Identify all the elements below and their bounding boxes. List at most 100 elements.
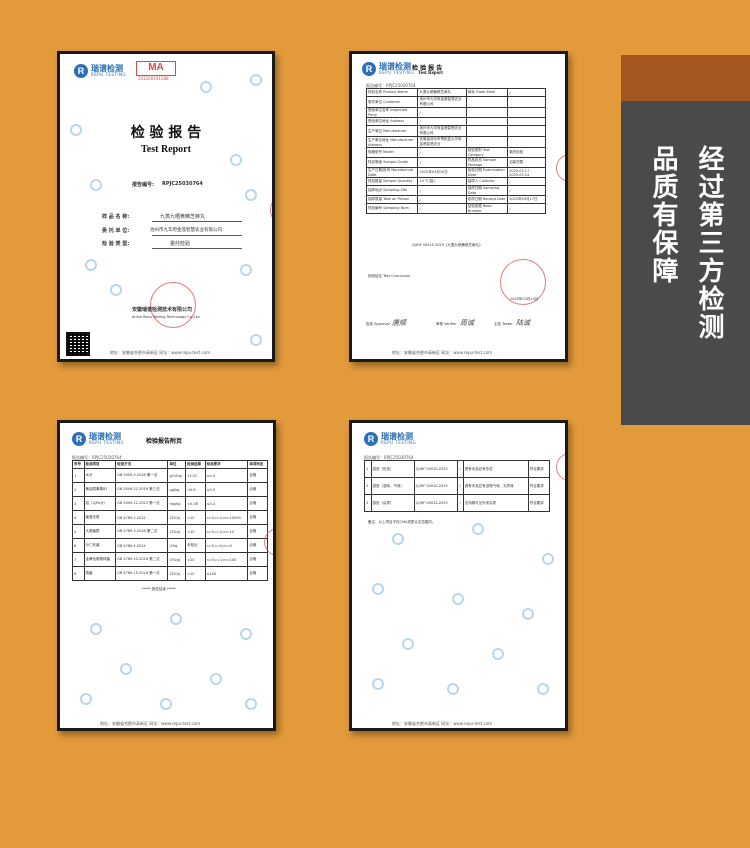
conclusion-date: 2025年03月24日 xyxy=(510,297,539,301)
table-cell: 合格 xyxy=(247,496,268,511)
table-cell: Q/JHF 0001S-2025 xyxy=(413,460,459,478)
table-row: 6 沙门氏菌 GB 4789.4-2024/25g 未检出 n=5,c=0,m=0 合格 xyxy=(72,538,268,553)
watermark-icon xyxy=(402,638,414,650)
table-cell: / xyxy=(417,117,467,126)
table-cell: 7 xyxy=(72,552,85,567)
watermark-icon xyxy=(245,189,257,201)
table-row: 样品数量 Sample Quantity 14 个(袋) 抽样人 Collector… xyxy=(365,177,546,186)
table-cell: <10 xyxy=(185,566,206,581)
logo-r-icon: R xyxy=(364,432,378,446)
field-label-type: 检 验 类 型: xyxy=(102,241,130,247)
table-cell xyxy=(465,117,509,126)
table-cell: 具有本品应有形态 xyxy=(462,460,529,478)
table-cell: 2 xyxy=(72,482,85,497)
table-cell: 铅（以Pb计） xyxy=(83,496,117,511)
table-cell: <10 xyxy=(185,510,206,525)
qr-code xyxy=(66,332,90,356)
table-cell: 合格 xyxy=(247,482,268,497)
table-row: 样品等级 Sample Grade / 样品状态 Sample Package 包装完… xyxy=(365,157,546,168)
table-cell xyxy=(465,136,509,148)
table-cell: GB 4789.3-2016 第二法 xyxy=(115,524,169,539)
logo-en: REPU TESTING xyxy=(381,440,417,445)
table-cell: 无肉眼可见外来杂质 xyxy=(462,494,529,512)
cma-number: 201200191588 xyxy=(138,76,169,81)
table-cell: 检验类别 Test Category xyxy=(465,147,509,158)
table-cell: / xyxy=(417,107,467,118)
table-cell xyxy=(507,96,546,108)
logo-r-icon: R xyxy=(74,64,88,78)
report-sensory-document: R 瑞谱检测 REPU TESTING 报告编号：RPJC25030764 1感… xyxy=(349,420,568,731)
table-cell: / xyxy=(417,203,467,214)
table-cell: 5 xyxy=(72,524,85,539)
table-cell: 委托检验 xyxy=(507,147,546,158)
table-cell: GB 4789.10-2016 第二法 xyxy=(115,552,169,567)
watermark-icon xyxy=(120,663,132,675)
banner-line-2: 品质有保障 xyxy=(648,145,678,285)
table-cell xyxy=(465,96,509,108)
table-cell: g/100g xyxy=(167,468,187,483)
footer-address: 地址：安徽省合肥市高新区 网址：www.repu-test.com xyxy=(110,350,211,355)
table-cell: 霉菌 xyxy=(83,566,117,581)
table-cell: 受检单位地址 Address xyxy=(365,117,419,126)
table-cell: 生产单位地址 Manufacturer Address xyxy=(365,136,419,148)
table-cell: GB 4789.15-2016 第一法 xyxy=(115,566,169,581)
watermark-icon xyxy=(85,259,97,271)
table-cell: 样品状态 Sample Package xyxy=(465,157,509,168)
cma-mark: MA xyxy=(136,61,176,76)
field-value-sample: 九蒸九晒黄精芝麻丸 xyxy=(160,214,206,220)
company-seal xyxy=(150,282,196,328)
table-row: 3 铅（以Pb计） GB 5009.12-2023 第一法 mg/kg <0.08 ≤0.… xyxy=(72,496,268,511)
table-header-cell: 序号 xyxy=(72,460,85,469)
company-logo: R 瑞谱检测 REPU TESTING xyxy=(364,432,416,446)
table-cell: μg/kg xyxy=(167,482,187,497)
report-no: RPJC25030764 xyxy=(162,181,203,187)
table-cell: 2025年03月10日 xyxy=(417,167,467,178)
table-cell: 2025.03.17-2025.03.24 xyxy=(507,167,546,178)
remark: 备注：以上项目不在CMA资质认定范围内。 xyxy=(368,520,436,524)
table-cell xyxy=(465,107,509,118)
table-row: 1 水分 GB 5009.3-2016 第一法 g/100g 13.01 ≤4.0 合格 xyxy=(72,468,268,483)
watermark-icon xyxy=(210,673,222,685)
table-cell: 受检单位名称 Inspected Party xyxy=(365,107,419,118)
table-cell: 具有本品应有滋味气味，无异味 xyxy=(462,477,529,495)
watermark-icon xyxy=(250,74,262,86)
table-row: 生产单位 Manufacturer 池州市九华府金莲智慧农业有限公司 xyxy=(365,125,546,137)
divider xyxy=(152,248,242,249)
table-cell: 抽样数量 Take on Person xyxy=(365,195,419,204)
watermark-icon xyxy=(522,608,534,620)
report-no-label: 报告编号: xyxy=(132,182,154,188)
table-cell: 九蒸九晒黄精芝麻丸 xyxy=(417,88,467,97)
results-table: 序号 检测项目 检测方法 单位 检测结果 标准要求 单项判定 1 水分 GB 5009.3-20… xyxy=(72,460,268,581)
table-header-cell: 单项判定 xyxy=(247,460,268,469)
table-cell: 大肠菌群 xyxy=(83,524,117,539)
table-cell: 合格 xyxy=(247,468,268,483)
table-row: 生产单位地址 Manufacturer Address 安徽省池州市青阳县九华府金… xyxy=(365,136,546,148)
table-row: 委托单位 Customer 池州市九华府金莲智慧农业有限公司 xyxy=(365,96,546,108)
table-cell: 样品编号 Sampling Num xyxy=(365,203,419,214)
table-cell: ≤150 xyxy=(204,566,249,581)
watermark-icon xyxy=(392,533,404,545)
table-cell: / xyxy=(507,177,546,186)
table-cell: / xyxy=(507,88,546,97)
company-logo: R 瑞谱检测 REPU TESTING xyxy=(74,64,126,78)
table-cell: 样品等级 Sample Grade xyxy=(365,157,419,168)
company-logo: R 瑞谱检测 REPU TESTING xyxy=(72,432,124,446)
signature-tester: 陆诚 xyxy=(516,319,530,327)
logo-r-icon: R xyxy=(72,432,86,446)
table-cell xyxy=(507,125,546,137)
logo-en: REPU TESTING xyxy=(91,72,127,77)
table-cell: Q/JHF 0001S-2025 xyxy=(413,494,459,512)
sign-label-approval: 批准 Approval xyxy=(366,322,390,326)
table-cell: 收样日期 Receipt Date xyxy=(465,195,509,204)
table-cell: 3 xyxy=(72,496,85,511)
table-cell: ≤0.4 xyxy=(204,496,249,511)
watermark-icon xyxy=(472,523,484,535)
table-cell: GB 5009.3-2016 第一法 xyxy=(115,468,169,483)
report-title-en: Test Report xyxy=(141,144,191,155)
table-cell xyxy=(507,136,546,148)
table-cell: 检验日期 Examination Date xyxy=(465,167,509,178)
table-cell: n=5,c=1,m=100 xyxy=(204,552,249,567)
table-cell: 符合要求 xyxy=(527,460,551,478)
table-row: 受检单位地址 Address / xyxy=(365,117,546,126)
edge-seal xyxy=(556,453,565,481)
